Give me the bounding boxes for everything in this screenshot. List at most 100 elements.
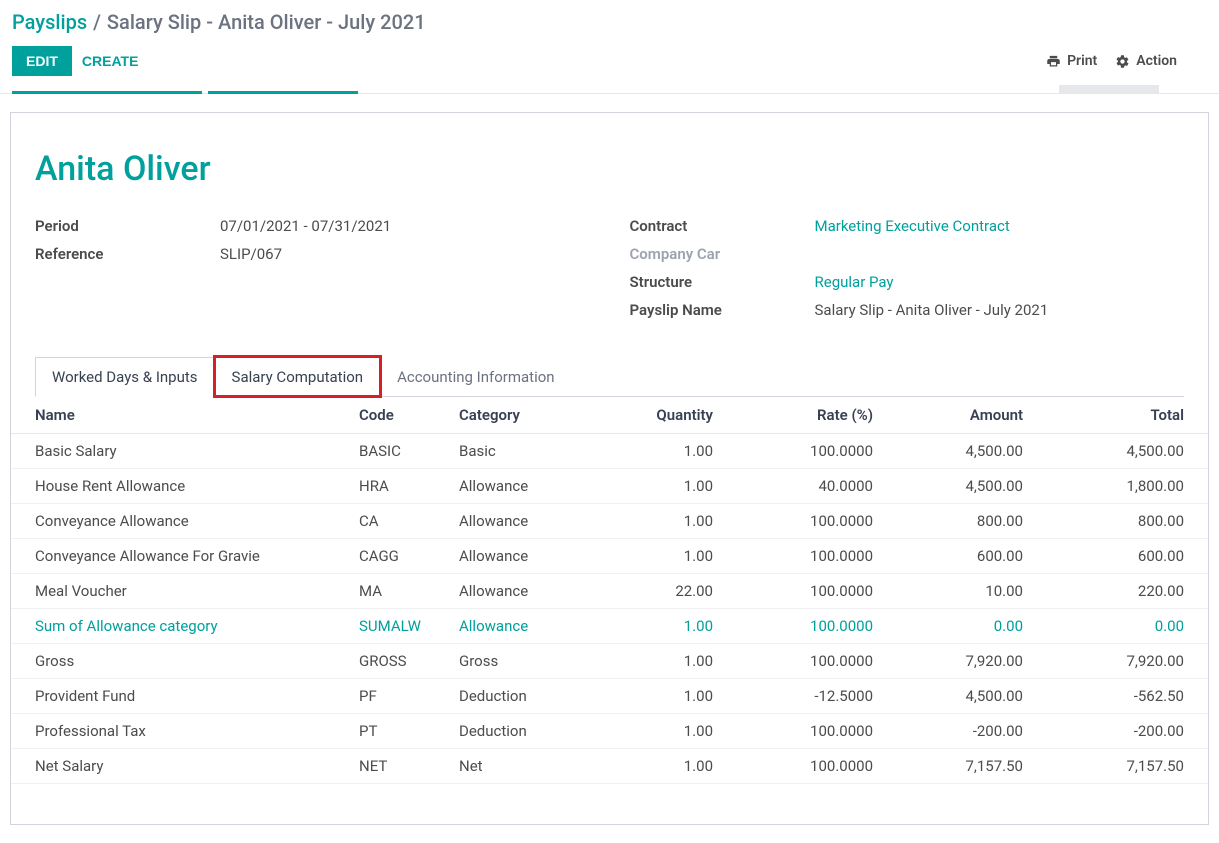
cell-name: Conveyance Allowance For Gravie (11, 539, 351, 574)
action-label: Action (1136, 53, 1177, 69)
status-strip (0, 88, 1219, 94)
cell-category: Allowance (451, 574, 591, 609)
cell-total: 0.00 (1031, 609, 1208, 644)
cell-amount: 0.00 (881, 609, 1031, 644)
company-car-label: Company Car (630, 245, 815, 263)
create-button[interactable]: CREATE (82, 53, 139, 69)
cell-name: Gross (11, 644, 351, 679)
cell-category: Allowance (451, 609, 591, 644)
employee-name: Anita Oliver (35, 149, 1184, 189)
cell-code: NET (351, 749, 451, 784)
cell-rate: 100.0000 (721, 609, 881, 644)
table-row[interactable]: Meal VoucherMAAllowance22.00100.000010.0… (11, 574, 1208, 609)
cell-total: 7,157.50 (1031, 749, 1208, 784)
cell-category: Deduction (451, 679, 591, 714)
print-label: Print (1067, 53, 1097, 69)
cell-category: Allowance (451, 469, 591, 504)
table-row[interactable]: House Rent AllowanceHRAAllowance1.0040.0… (11, 469, 1208, 504)
cell-category: Allowance (451, 504, 591, 539)
period-value: 07/01/2021 - 07/31/2021 (220, 217, 391, 235)
cell-total: 4,500.00 (1031, 434, 1208, 469)
cell-total: 7,920.00 (1031, 644, 1208, 679)
print-icon (1046, 54, 1061, 69)
cell-amount: 4,500.00 (881, 469, 1031, 504)
table-row[interactable]: Conveyance AllowanceCAAllowance1.00100.0… (11, 504, 1208, 539)
breadcrumb-root[interactable]: Payslips (12, 10, 87, 34)
reference-label: Reference (35, 245, 220, 263)
cell-name: Professional Tax (11, 714, 351, 749)
cell-quantity: 1.00 (591, 504, 721, 539)
cell-amount: 10.00 (881, 574, 1031, 609)
structure-value[interactable]: Regular Pay (815, 273, 894, 291)
breadcrumb-current: Salary Slip - Anita Oliver - July 2021 (107, 10, 426, 34)
col-quantity[interactable]: Quantity (591, 397, 721, 434)
cell-name: Basic Salary (11, 434, 351, 469)
salary-computation-table: Name Code Category Quantity Rate (%) Amo… (11, 397, 1208, 784)
col-rate[interactable]: Rate (%) (721, 397, 881, 434)
col-category[interactable]: Category (451, 397, 591, 434)
breadcrumb-separator: / (93, 10, 101, 34)
cell-rate: 100.0000 (721, 574, 881, 609)
cell-rate: 100.0000 (721, 714, 881, 749)
form-sheet: Anita Oliver Period 07/01/2021 - 07/31/2… (10, 112, 1209, 825)
cell-code: CAGG (351, 539, 451, 574)
cell-rate: 100.0000 (721, 504, 881, 539)
print-button[interactable]: Print (1046, 53, 1097, 69)
table-row[interactable]: Provident FundPFDeduction1.00-12.50004,5… (11, 679, 1208, 714)
cell-amount: 4,500.00 (881, 434, 1031, 469)
col-name[interactable]: Name (11, 397, 351, 434)
cell-code: HRA (351, 469, 451, 504)
cell-quantity: 1.00 (591, 714, 721, 749)
tab-salary-computation[interactable]: Salary Computation (215, 357, 381, 396)
cell-quantity: 1.00 (591, 539, 721, 574)
tab-worked-days[interactable]: Worked Days & Inputs (35, 357, 215, 397)
cell-amount: -200.00 (881, 714, 1031, 749)
cell-quantity: 1.00 (591, 469, 721, 504)
cell-amount: 7,920.00 (881, 644, 1031, 679)
table-row[interactable]: Net SalaryNETNet1.00100.00007,157.507,15… (11, 749, 1208, 784)
cell-rate: 100.0000 (721, 644, 881, 679)
col-code[interactable]: Code (351, 397, 451, 434)
cell-amount: 600.00 (881, 539, 1031, 574)
tab-accounting-information[interactable]: Accounting Information (380, 357, 572, 396)
contract-label: Contract (630, 217, 815, 235)
table-row[interactable]: GrossGROSSGross1.00100.00007,920.007,920… (11, 644, 1208, 679)
cell-name: Provident Fund (11, 679, 351, 714)
cell-name: Meal Voucher (11, 574, 351, 609)
tabs: Worked Days & Inputs Salary Computation … (35, 357, 1184, 397)
cell-amount: 800.00 (881, 504, 1031, 539)
action-button[interactable]: Action (1115, 53, 1177, 69)
col-total[interactable]: Total (1031, 397, 1208, 434)
structure-label: Structure (630, 273, 815, 291)
cell-total: -200.00 (1031, 714, 1208, 749)
edit-button[interactable]: EDIT (12, 46, 72, 76)
cell-name: Net Salary (11, 749, 351, 784)
cell-total: -562.50 (1031, 679, 1208, 714)
cell-code: MA (351, 574, 451, 609)
table-row[interactable]: Sum of Allowance categorySUMALWAllowance… (11, 609, 1208, 644)
cell-category: Deduction (451, 714, 591, 749)
cell-rate: 100.0000 (721, 434, 881, 469)
cell-quantity: 22.00 (591, 574, 721, 609)
table-row[interactable]: Basic SalaryBASICBasic1.00100.00004,500.… (11, 434, 1208, 469)
col-amount[interactable]: Amount (881, 397, 1031, 434)
cell-category: Net (451, 749, 591, 784)
cell-total: 1,800.00 (1031, 469, 1208, 504)
cell-total: 220.00 (1031, 574, 1208, 609)
table-row[interactable]: Conveyance Allowance For GravieCAGGAllow… (11, 539, 1208, 574)
gear-icon (1115, 54, 1130, 69)
cell-name: Sum of Allowance category (11, 609, 351, 644)
cell-total: 800.00 (1031, 504, 1208, 539)
cell-name: Conveyance Allowance (11, 504, 351, 539)
cell-quantity: 1.00 (591, 749, 721, 784)
payslip-name-label: Payslip Name (630, 301, 815, 319)
table-row[interactable]: Professional TaxPTDeduction1.00100.0000-… (11, 714, 1208, 749)
cell-name: House Rent Allowance (11, 469, 351, 504)
cell-quantity: 1.00 (591, 644, 721, 679)
cell-category: Gross (451, 644, 591, 679)
cell-code: SUMALW (351, 609, 451, 644)
cell-amount: 7,157.50 (881, 749, 1031, 784)
contract-value[interactable]: Marketing Executive Contract (815, 217, 1010, 235)
cell-quantity: 1.00 (591, 609, 721, 644)
cell-category: Basic (451, 434, 591, 469)
